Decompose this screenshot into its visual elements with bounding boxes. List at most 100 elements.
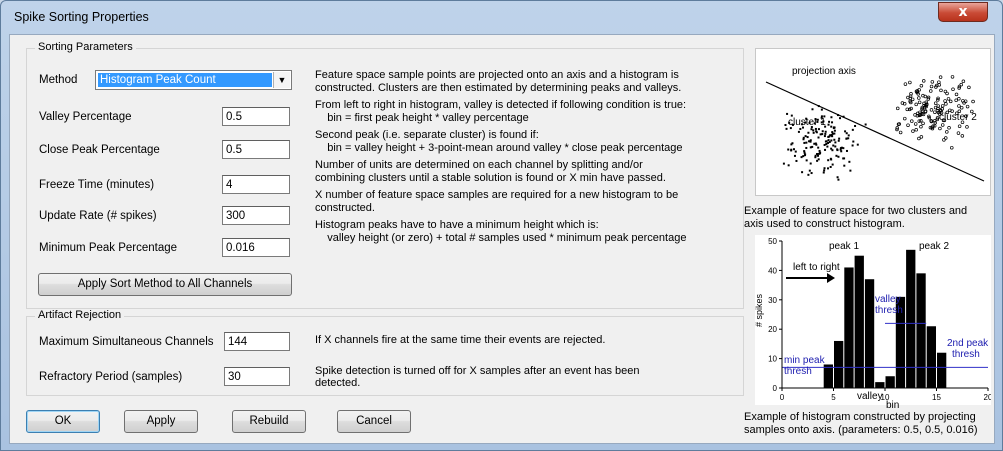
histogram-bar [926, 326, 936, 388]
artifact-rejection-legend: Artifact Rejection [35, 309, 125, 321]
cluster-2-point [965, 125, 969, 129]
cluster-1-point [808, 169, 811, 172]
cluster-2-point [903, 82, 908, 86]
description-line: Spike detection is turned off for X samp… [315, 364, 640, 377]
sorting-description: Feature space sample points are projecte… [315, 69, 686, 244]
cluster-1-point [847, 134, 850, 137]
cluster-1-point [845, 149, 848, 152]
minimum-peak-percentage-label: Minimum Peak Percentage [39, 242, 178, 254]
cluster-2-point [950, 75, 955, 79]
histogram-bar [875, 382, 885, 388]
cluster-1-point [845, 132, 848, 135]
cluster-1-point [816, 153, 819, 156]
cluster-2-point [957, 124, 962, 128]
histogram-bar [844, 267, 854, 388]
histogram-bar [937, 352, 947, 388]
apply-sort-method-all-channels-button[interactable]: Apply Sort Method to All Channels [38, 273, 292, 296]
cluster-2-point [938, 126, 942, 131]
histogram-bar [823, 364, 833, 388]
cluster-1-point [832, 144, 835, 147]
cluster-1-point [823, 135, 826, 138]
second-peak-annotation-2: thresh [952, 349, 980, 360]
cluster-1-point [851, 128, 854, 131]
rebuild-button[interactable]: Rebuild [232, 410, 306, 433]
description-line: X number of feature space samples are re… [315, 189, 679, 201]
cluster-2-point [913, 122, 918, 126]
cluster-2-label: cluster 2 [939, 112, 977, 123]
cluster-1-point [804, 135, 807, 138]
description-line: Number of units are determined on each c… [315, 159, 643, 171]
description-line: bin = valley height + 3-point-mean aroun… [315, 141, 683, 154]
cluster-1-point [830, 147, 833, 150]
cluster-1-point [836, 148, 839, 151]
y-axis-label: # spikes [755, 293, 764, 327]
cluster-1-point [820, 108, 823, 111]
min-peak-annotation-2: thresh [784, 366, 812, 377]
description-line: valley height (or zero) + total # sample… [315, 231, 687, 244]
update-rate-label: Update Rate (# spikes) [39, 210, 157, 222]
cluster-1-point [823, 169, 826, 172]
title-bar[interactable]: Spike Sorting Properties x [1, 1, 1002, 31]
cluster-1-point [827, 139, 830, 142]
x-tick-label: 0 [780, 393, 785, 402]
minimum-peak-percentage-input[interactable] [222, 238, 290, 257]
cluster-1-point [829, 157, 832, 160]
cluster-1-point [854, 124, 857, 127]
cluster-1-point [837, 178, 840, 181]
cluster-1-point [805, 141, 808, 144]
method-label: Method [39, 74, 78, 86]
cluster-1-point [815, 130, 818, 133]
close-button[interactable]: x [938, 2, 988, 22]
ok-button[interactable]: OK [26, 410, 100, 433]
cluster-2-point [929, 84, 934, 89]
max-simultaneous-channels-label: Maximum Simultaneous Channels [39, 336, 214, 348]
cluster-2-point [954, 92, 959, 97]
cluster-2-point [929, 89, 933, 93]
caption-line: Example of feature space for two cluster… [744, 205, 968, 217]
max-simultaneous-channels-input[interactable] [224, 332, 290, 351]
cancel-button[interactable]: Cancel [337, 410, 411, 433]
cluster-1-point [848, 160, 851, 163]
caption-line: axis used to construct histogram. [744, 218, 905, 230]
freeze-time-input[interactable] [222, 175, 290, 194]
feature-space-caption: Example of feature space for two cluster… [744, 205, 994, 231]
valley-bin-label: valley [857, 391, 883, 402]
cluster-1-point [801, 171, 804, 174]
cluster-2-point [933, 121, 937, 125]
cluster-2-point [944, 102, 948, 106]
refractory-period-input[interactable] [224, 367, 290, 386]
cluster-1-point [837, 139, 840, 142]
dialog-client: Sorting Parameters Method Histogram Peak… [9, 34, 995, 444]
cluster-1-point [809, 140, 812, 143]
cluster-1-point [834, 145, 837, 148]
cluster-1-point [833, 138, 836, 141]
method-dropdown[interactable]: Histogram Peak Count ▼ [95, 70, 292, 90]
feature-space-plot: projection axis cluster 1 cluster 2 [765, 66, 985, 182]
apply-button[interactable]: Apply [124, 410, 198, 433]
cluster-1-point [805, 159, 808, 162]
cluster-1-point [827, 135, 830, 138]
valley-percentage-input[interactable] [222, 107, 290, 126]
cluster-1-point [827, 159, 830, 162]
description-line: Feature space sample points are projecte… [315, 69, 679, 81]
cluster-1-point [844, 130, 847, 133]
cluster-1-point [830, 125, 833, 128]
cluster-2-point [945, 130, 949, 134]
histogram-figure: 0 10 20 30 40 50 0 5 10 15 20 # spikes peak 1 peak… [754, 235, 993, 405]
cluster-2-point [960, 134, 965, 138]
close-peak-percentage-input[interactable] [222, 140, 290, 159]
chevron-down-icon[interactable]: ▼ [273, 72, 290, 88]
cluster-2-point [906, 123, 910, 127]
update-rate-input[interactable] [222, 206, 290, 225]
dialog-window: Spike Sorting Properties x Sorting Param… [0, 0, 1003, 451]
description-line: Histogram peaks have to have a minimum h… [315, 219, 599, 231]
description-line: constructed. Clusters are then estimated… [315, 81, 682, 94]
valley-percentage-label: Valley Percentage [39, 111, 132, 123]
cluster-1-point [831, 163, 834, 166]
second-peak-annotation-1: 2nd peak [947, 338, 989, 349]
cluster-1-point [835, 154, 838, 157]
cluster-1-point [839, 148, 842, 151]
valley-thresh-annotation-2: thresh [875, 305, 903, 316]
cluster-1-point [803, 151, 806, 154]
cluster-1-point [797, 130, 800, 133]
